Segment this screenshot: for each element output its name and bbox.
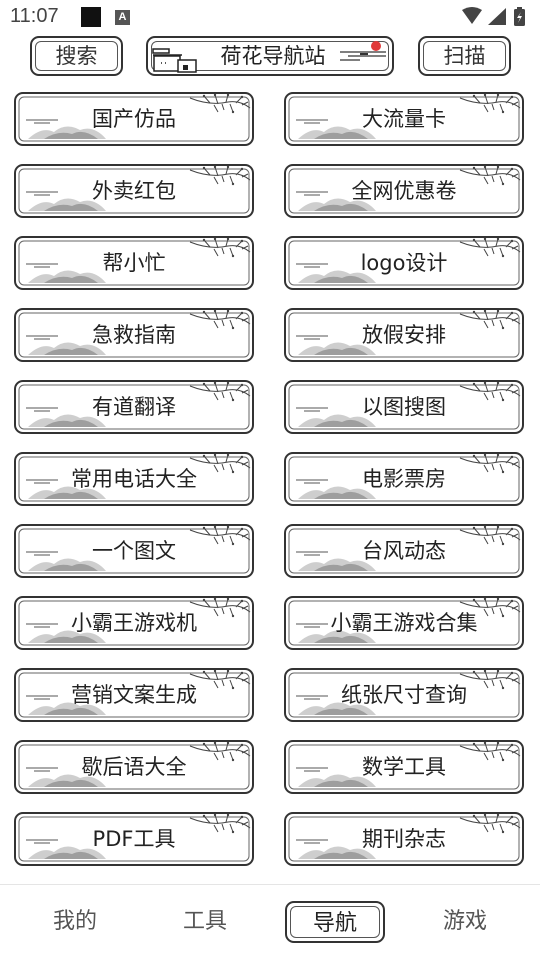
status-time: 11:07 [10, 5, 59, 27]
nav-card-label: 一个图文 [92, 539, 176, 563]
nav-card-label: 小霸王游戏机 [71, 611, 197, 635]
nav-card[interactable]: 常用电话大全 [14, 452, 254, 506]
nav-card-label: PDF工具 [92, 827, 176, 851]
nav-card[interactable]: 台风动态 [284, 524, 524, 578]
nav-card[interactable]: 放假安排 [284, 308, 524, 362]
nav-card[interactable]: 有道翻译 [14, 380, 254, 434]
status-bar: 11:07 A [0, 0, 540, 34]
nav-card[interactable]: 期刊杂志 [284, 812, 524, 866]
nav-card-label: 小霸王游戏合集 [330, 611, 478, 635]
nav-card-label: 外卖红包 [92, 179, 176, 203]
square-notification-icon [81, 7, 101, 27]
scan-button[interactable]: 扫描 [418, 36, 511, 76]
nav-tab-tools[interactable]: 工具 [155, 901, 255, 943]
nav-card[interactable]: 小霸王游戏合集 [284, 596, 524, 650]
nav-card[interactable]: PDF工具 [14, 812, 254, 866]
nav-card-label: 台风动态 [362, 539, 446, 563]
nav-card[interactable]: 急救指南 [14, 308, 254, 362]
nav-card[interactable]: logo设计 [284, 236, 524, 290]
nav-card[interactable]: 纸张尺寸查询 [284, 668, 524, 722]
nav-card[interactable]: 营销文案生成 [14, 668, 254, 722]
nav-card-label: 数学工具 [362, 755, 446, 779]
nav-card[interactable]: 一个图文 [14, 524, 254, 578]
nav-card-label: 营销文案生成 [71, 683, 197, 707]
title-banner: 荷花导航站 [146, 36, 394, 76]
nav-card[interactable]: 帮小忙 [14, 236, 254, 290]
nav-card[interactable]: 歇后语大全 [14, 740, 254, 794]
nav-card[interactable]: 电影票房 [284, 452, 524, 506]
nav-card-label: 期刊杂志 [362, 827, 446, 851]
nav-card-label: 歇后语大全 [81, 755, 187, 779]
nav-card-label: 大流量卡 [362, 107, 446, 131]
nav-card-label: 急救指南 [92, 323, 176, 347]
bottom-nav: 我的 工具 导航 游戏 [0, 884, 540, 960]
nav-card-label: 有道翻译 [92, 395, 176, 419]
nav-card-label: 放假安排 [362, 323, 446, 347]
nav-card-label: logo设计 [360, 251, 448, 275]
nav-card[interactable]: 外卖红包 [14, 164, 254, 218]
nav-card[interactable]: 国产仿品 [14, 92, 254, 146]
nav-card[interactable]: 数学工具 [284, 740, 524, 794]
battery-icon [514, 7, 525, 26]
signal-icon [488, 8, 506, 25]
nav-tab-navigation[interactable]: 导航 [285, 901, 385, 943]
nav-grid: 国产仿品 大流量卡 外卖红包 全网优惠卷 帮小忙 logo设计 急救指南 放假安… [0, 90, 540, 884]
nav-card[interactable]: 全网优惠卷 [284, 164, 524, 218]
header: 搜索 荷花导航站 扫描 [0, 36, 540, 80]
status-icons [460, 6, 530, 32]
nav-card[interactable]: 以图搜图 [284, 380, 524, 434]
search-button[interactable]: 搜索 [30, 36, 123, 76]
nav-card-label: 帮小忙 [102, 251, 166, 275]
house-icon [152, 48, 197, 73]
seal-icon [340, 41, 386, 61]
nav-card-label: 国产仿品 [92, 107, 176, 131]
nav-card[interactable]: 小霸王游戏机 [14, 596, 254, 650]
page-title: 荷花导航站 [220, 44, 326, 68]
nav-card-label: 纸张尺寸查询 [341, 683, 467, 707]
nav-card[interactable]: 大流量卡 [284, 92, 524, 146]
nav-card-label: 以图搜图 [362, 395, 446, 419]
nav-card-label: 全网优惠卷 [351, 179, 457, 203]
nav-card-label: 常用电话大全 [71, 467, 197, 491]
wifi-icon [462, 7, 482, 24]
nav-card-label: 电影票房 [362, 467, 446, 491]
a-badge-icon: A [115, 10, 130, 25]
nav-tab-mine[interactable]: 我的 [25, 901, 125, 943]
nav-tab-games[interactable]: 游戏 [415, 901, 515, 943]
